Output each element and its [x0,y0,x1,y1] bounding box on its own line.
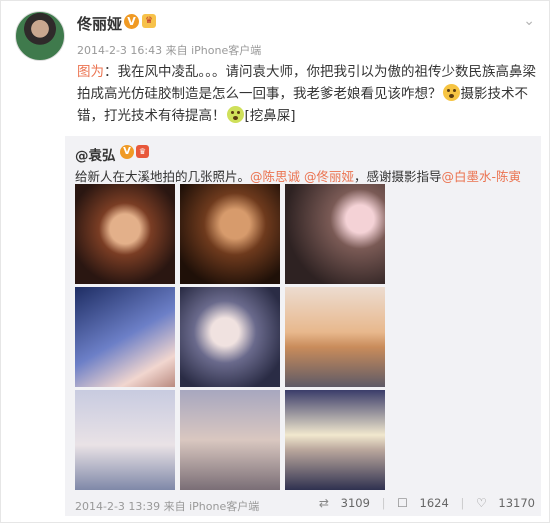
photo-thumbnail[interactable] [285,390,385,490]
repost-text: 给新人在大溪地拍的几张照片。@陈思诚 @佟丽娅，感谢摄影指导@白墨水-陈寅 [75,166,535,185]
repost-time: 2014-2-3 13:39 来自 iPhone客户端 [75,500,260,513]
like-icon[interactable]: ♡ [476,496,487,510]
divider: | [381,496,386,510]
mention-link[interactable]: @佟丽娅 [304,169,354,184]
repost-actions: ⇄ 3109 | ☐ 1624 | ♡ 13170 [311,496,535,510]
post-meta: 2014-2-3 16:43 来自 iPhone客户端 [77,44,262,57]
author-name[interactable]: 佟丽娅 [77,13,122,34]
divider: | [460,496,465,510]
comment-icon[interactable]: ☐ [397,496,408,510]
repost-text-mid: ，感谢摄影指导 [354,169,442,184]
reposted-weibo: @袁弘 V ♛ 给新人在大溪地拍的几张照片。@陈思诚 @佟丽娅，感谢摄影指导@白… [65,136,541,516]
mention-link[interactable]: @白墨水-陈寅 [442,169,522,184]
photo-thumbnail[interactable] [285,184,385,284]
photo-thumbnail[interactable] [180,287,280,387]
photo-thumbnail[interactable] [285,287,385,387]
repost-count[interactable]: 3109 [341,496,370,510]
photo-thumbnail[interactable] [180,184,280,284]
comment-count[interactable]: 1624 [420,496,449,510]
mention-link[interactable]: @陈思诚 [250,169,300,184]
verified-icon: V [120,145,134,159]
photo-thumbnail[interactable] [75,184,175,284]
post-text: 图为：我在风中凌乱。。。请问袁大师，你把我引以为傲的祖传少数民族高鼻梁拍成高光仿… [77,61,539,127]
vip-icon: ♛ [142,14,156,28]
vip-icon: ♛ [136,145,149,158]
chevron-down-icon[interactable]: ⌄ [523,13,535,29]
verified-icon: V [124,14,139,29]
photo-thumbnail[interactable] [75,287,175,387]
like-count[interactable]: 13170 [498,496,535,510]
repost-author[interactable]: @袁弘 [75,144,116,164]
author-avatar[interactable] [15,11,65,61]
post-text-part3: [挖鼻屎] [244,108,296,124]
photo-thumbnail[interactable] [75,390,175,490]
photo-thumbnail[interactable] [180,390,280,490]
repost-text-prefix: 给新人在大溪地拍的几张照片。 [75,169,251,184]
weibo-post: 佟丽娅 V ♛ ⌄ 2014-2-3 16:43 来自 iPhone客户端 图为… [0,0,550,523]
repost-icon[interactable]: ⇄ [319,496,329,510]
mention-link[interactable]: 图为 [77,64,104,80]
nose-pick-emoji-icon [226,106,244,123]
shocked-emoji-icon [442,84,460,101]
